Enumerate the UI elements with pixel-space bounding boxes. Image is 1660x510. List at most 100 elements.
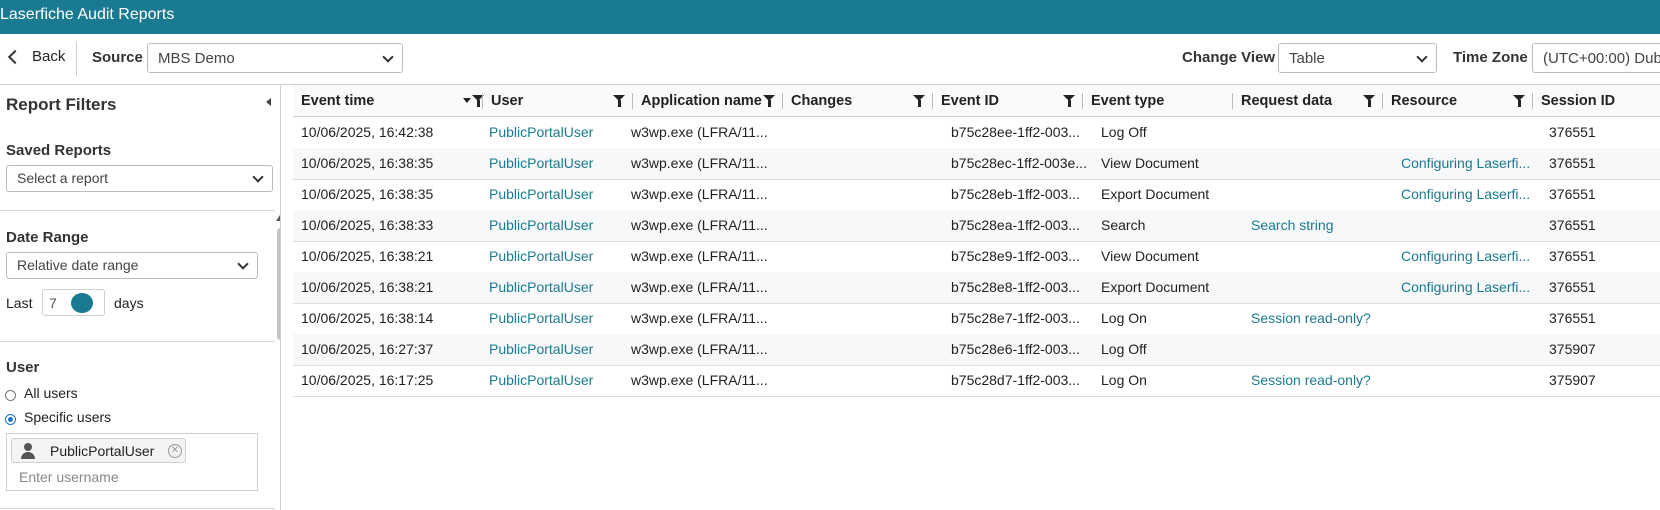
filter-icon[interactable] (1513, 95, 1525, 107)
cell-user[interactable]: PublicPortalUser (489, 217, 593, 233)
cell-application-name: w3wp.exe (LFRA/11... (631, 372, 768, 388)
table-row[interactable]: 10/06/2025, 16:38:14 PublicPortalUser w3wp… (293, 303, 1660, 335)
filter-icon[interactable] (613, 95, 625, 107)
days-label: days (114, 295, 144, 311)
cell-event-time: 10/06/2025, 16:17:25 (301, 372, 434, 388)
column-header-changes[interactable]: Changes (783, 85, 933, 116)
column-header-application-name[interactable]: Application name (633, 85, 783, 116)
cell-resource[interactable]: Configuring Laserfi... (1401, 279, 1530, 295)
cell-application-name: w3wp.exe (LFRA/11... (631, 155, 768, 171)
column-header-session-id[interactable]: Session ID (1533, 85, 1660, 116)
source-value: MBS Demo (158, 50, 235, 67)
cell-resource[interactable]: Configuring Laserfi... (1401, 248, 1530, 264)
audit-table: Event time User Application name Changes… (293, 85, 1660, 510)
scroll-up-icon[interactable] (276, 215, 280, 221)
cell-session-id: 376551 (1549, 217, 1596, 233)
table-row[interactable]: 10/06/2025, 16:27:37 PublicPortalUser w3wp… (293, 334, 1660, 366)
cell-request-data[interactable]: Search string (1251, 217, 1333, 233)
cell-application-name: w3wp.exe (LFRA/11... (631, 186, 768, 202)
column-header-event-time[interactable]: Event time (293, 85, 484, 116)
saved-reports-value: Select a report (17, 170, 109, 186)
app-header: Laserfiche Audit Reports (0, 0, 1660, 34)
filter-icon[interactable] (1063, 95, 1075, 107)
cell-request-data[interactable]: Session read-only? (1251, 310, 1371, 326)
cell-user[interactable]: PublicPortalUser (489, 155, 593, 171)
cell-event-id: b75c28d7-1ff2-003... (951, 372, 1080, 388)
filter-icon[interactable] (913, 95, 925, 107)
timezone-value: (UTC+00:00) Dubli (1543, 50, 1660, 67)
chevron-down-icon (1416, 51, 1428, 63)
last-days-input[interactable]: 7 (42, 289, 105, 316)
cell-event-id: b75c28e7-1ff2-003... (951, 310, 1080, 326)
table-row[interactable]: 10/06/2025, 16:17:25 PublicPortalUser w3wp… (293, 365, 1660, 397)
cell-user[interactable]: PublicPortalUser (489, 279, 593, 295)
change-view-label: Change View (1182, 49, 1276, 66)
person-icon (20, 443, 36, 459)
filter-icon[interactable] (1363, 95, 1375, 107)
user-label: User (6, 359, 40, 376)
filter-icon[interactable] (763, 95, 775, 107)
table-row[interactable]: 10/06/2025, 16:38:33 PublicPortalUser w3wp… (293, 210, 1660, 242)
saved-reports-select[interactable]: Select a report (6, 165, 273, 192)
view-select[interactable]: Table (1278, 43, 1437, 73)
table-row[interactable]: 10/06/2025, 16:38:35 PublicPortalUser w3wp… (293, 179, 1660, 211)
collapse-panel-icon[interactable] (266, 98, 271, 106)
back-button[interactable]: Back (7, 48, 66, 65)
column-header-event-type[interactable]: Event type (1083, 85, 1233, 116)
cell-event-type: Log Off (1101, 341, 1147, 357)
specific-users-radio[interactable] (5, 414, 16, 425)
cell-event-time: 10/06/2025, 16:38:35 (301, 186, 434, 202)
cell-application-name: w3wp.exe (LFRA/11... (631, 248, 768, 264)
app-title: Laserfiche Audit Reports (0, 6, 175, 23)
sort-desc-icon[interactable] (463, 98, 471, 103)
chevron-down-icon (382, 51, 394, 63)
remove-user-icon[interactable]: ✕ (168, 444, 182, 458)
cell-resource[interactable]: Configuring Laserfi... (1401, 186, 1530, 202)
table-row[interactable]: 10/06/2025, 16:38:21 PublicPortalUser w3wp… (293, 272, 1660, 304)
cell-event-time: 10/06/2025, 16:42:38 (301, 124, 434, 140)
cell-event-time: 10/06/2025, 16:38:33 (301, 217, 434, 233)
column-header-user[interactable]: User (483, 85, 633, 116)
cell-user[interactable]: PublicPortalUser (489, 310, 593, 326)
chevron-down-icon (237, 258, 249, 270)
source-select[interactable]: MBS Demo (147, 43, 403, 73)
table-row[interactable]: 10/06/2025, 16:38:21 PublicPortalUser w3wp… (293, 241, 1660, 273)
column-header-request-data[interactable]: Request data (1233, 85, 1383, 116)
user-picker: PublicPortalUser ✕ Enter username (6, 433, 258, 491)
table-row[interactable]: 10/06/2025, 16:42:38 PublicPortalUser w3wp… (293, 117, 1660, 149)
last-label: Last (6, 295, 33, 311)
cell-application-name: w3wp.exe (LFRA/11... (631, 341, 768, 357)
column-header-resource[interactable]: Resource (1383, 85, 1533, 116)
cell-event-type: View Document (1101, 248, 1199, 264)
column-header-event-id[interactable]: Event ID (933, 85, 1083, 116)
cell-event-id: b75c28eb-1ff2-003... (951, 186, 1080, 202)
spinner-icon[interactable] (71, 293, 93, 313)
cell-session-id: 376551 (1549, 186, 1596, 202)
all-users-radio[interactable] (5, 390, 16, 401)
view-value: Table (1289, 50, 1325, 67)
sidebar-scrollbar[interactable] (277, 228, 280, 340)
back-label: Back (32, 48, 66, 65)
cell-user[interactable]: PublicPortalUser (489, 372, 593, 388)
cell-session-id: 376551 (1549, 155, 1596, 171)
cell-user[interactable]: PublicPortalUser (489, 248, 593, 264)
cell-event-id: b75c28ea-1ff2-003... (951, 217, 1080, 233)
table-row[interactable]: 10/06/2025, 16:38:35 PublicPortalUser w3wp… (293, 148, 1660, 180)
timezone-select[interactable]: (UTC+00:00) Dubli (1532, 43, 1660, 73)
cell-session-id: 376551 (1549, 279, 1596, 295)
cell-application-name: w3wp.exe (LFRA/11... (631, 217, 768, 233)
cell-session-id: 376551 (1549, 248, 1596, 264)
cell-event-id: b75c28e9-1ff2-003... (951, 248, 1080, 264)
cell-user[interactable]: PublicPortalUser (489, 186, 593, 202)
date-range-select[interactable]: Relative date range (6, 252, 258, 279)
username-input[interactable]: Enter username (19, 469, 119, 485)
cell-event-time: 10/06/2025, 16:38:21 (301, 248, 434, 264)
cell-user[interactable]: PublicPortalUser (489, 341, 593, 357)
cell-request-data[interactable]: Session read-only? (1251, 372, 1371, 388)
last-days-value: 7 (49, 295, 57, 311)
cell-resource[interactable]: Configuring Laserfi... (1401, 155, 1530, 171)
cell-user[interactable]: PublicPortalUser (489, 124, 593, 140)
selected-user-chip: PublicPortalUser ✕ (11, 438, 186, 463)
cell-application-name: w3wp.exe (LFRA/11... (631, 310, 768, 326)
chevron-left-icon (7, 49, 23, 64)
